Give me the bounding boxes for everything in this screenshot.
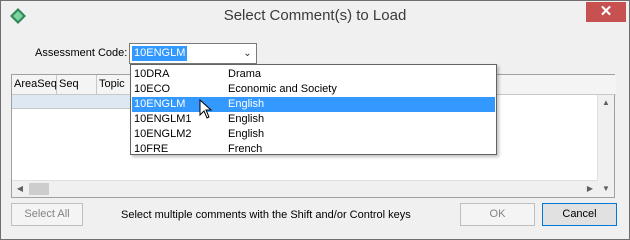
assessment-code-value: 10ENGLM [132,46,188,61]
assessment-code-label: Assessment Code: [35,47,128,59]
list-item-code: 10ENGLM1 [134,113,192,125]
column-header-areaseq[interactable]: AreaSeq [12,75,57,94]
list-item[interactable]: 10ECO Economic and Society [132,82,495,97]
list-item-name: Economic and Society [228,83,337,95]
list-item[interactable]: 10ENGLM2 English [132,127,495,142]
select-all-button[interactable]: Select All [11,203,83,226]
close-icon: ✕ [599,3,613,20]
selection-hint: Select multiple comments with the Shift … [121,209,411,221]
scroll-down-icon[interactable]: ▼ [598,181,614,197]
scroll-right-icon[interactable]: ▶ [582,181,598,197]
close-button[interactable]: ✕ [586,2,626,22]
list-item-code: 10FRE [134,143,169,155]
scroll-left-icon[interactable]: ◀ [12,181,28,197]
assessment-code-combobox[interactable]: 10ENGLM ⌄ [129,43,257,64]
list-item-name: French [228,143,263,155]
list-item-code: 10DRA [134,68,170,80]
list-item[interactable]: 10DRA Drama [132,67,495,82]
list-item-name: English [228,98,265,110]
dialog-body: Assessment Code: 10ENGLM ⌄ AreaSeq Seq T… [8,31,622,234]
scroll-up-icon[interactable]: ▲ [598,95,614,111]
table-row[interactable] [12,95,130,109]
list-item-selected[interactable]: 10ENGLM English [132,97,495,112]
list-item[interactable]: 10FRE French [132,142,495,157]
ok-button[interactable]: OK [460,203,535,226]
horizontal-scrollbar[interactable]: ◀ ▶ [12,180,598,197]
list-item-code: 10ENGLM2 [134,128,192,140]
title-bar: Select Comment(s) to Load ✕ [1,1,629,31]
list-item-code: 10ECO [134,83,171,95]
assessment-code-dropdown-list: 10DRA Drama 10ECO Economic and Society 1… [130,64,497,155]
list-item[interactable]: 10ENGLM1 English [132,112,495,127]
list-item-name: Drama [228,68,262,80]
cancel-button[interactable]: Cancel [542,203,617,226]
column-header-seq[interactable]: Seq [57,75,97,94]
dialog-window: Select Comment(s) to Load ✕ Assessment C… [0,0,630,240]
list-item-code: 10ENGLM [134,98,186,110]
chevron-down-icon[interactable]: ⌄ [239,44,256,63]
list-item-name: English [228,128,265,140]
window-title: Select Comment(s) to Load [223,7,407,24]
mouse-pointer-icon [199,99,213,119]
list-item-name: English [228,113,265,125]
vertical-scrollbar[interactable]: ▲ ▼ [597,95,614,197]
scroll-thumb[interactable] [29,183,49,195]
